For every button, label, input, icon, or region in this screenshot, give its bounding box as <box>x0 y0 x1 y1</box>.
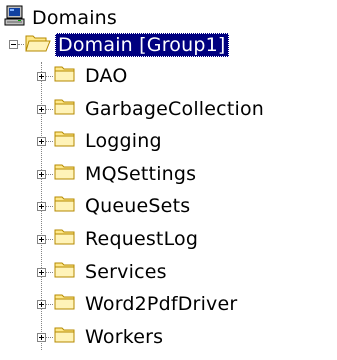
folder-icon <box>53 193 77 220</box>
folder-icon <box>53 128 77 155</box>
tree-node-label: QueueSets <box>85 195 191 217</box>
folder-icon <box>53 291 77 318</box>
expand-toggle[interactable] <box>37 300 46 309</box>
tree-line <box>46 206 53 207</box>
folder-icon <box>53 226 77 253</box>
tree-node-label: GarbageCollection <box>85 98 265 120</box>
tree-line <box>46 337 53 338</box>
collapse-toggle[interactable] <box>9 40 18 49</box>
tree-line <box>46 304 53 305</box>
tree-node-label: DAO <box>85 65 128 87</box>
expand-toggle[interactable] <box>37 137 46 146</box>
tree-line <box>46 109 53 110</box>
tree-view[interactable]: Domains Domain [Group1] DAO GarbageCollec… <box>0 0 337 360</box>
expand-toggle[interactable] <box>37 333 46 342</box>
tree-line <box>46 239 53 240</box>
tree-node-label: Logging <box>85 130 162 152</box>
tree-node-label: Word2PdfDriver <box>85 293 238 315</box>
tree-node-domains[interactable]: Domains <box>4 4 120 32</box>
tree-node-mqsettings[interactable]: MQSettings <box>53 160 199 188</box>
tree-node-label: Domains <box>32 7 118 29</box>
folder-icon <box>53 259 77 286</box>
folder-icon <box>53 96 77 123</box>
tree-node-label: Services <box>85 261 167 283</box>
tree-node-domain-group1[interactable]: Domain [Group1] <box>24 31 229 59</box>
expand-toggle[interactable] <box>37 235 46 244</box>
selected-tree-label: Domain [Group1] <box>55 33 229 57</box>
tree-node-garbagecollection[interactable]: GarbageCollection <box>53 95 267 123</box>
tree-line <box>46 76 53 77</box>
tree-node-queuesets[interactable]: QueueSets <box>53 192 193 220</box>
tree-node-label: MQSettings <box>85 163 197 185</box>
tree-node-dao[interactable]: DAO <box>53 62 131 90</box>
folder-icon <box>53 324 77 351</box>
tree-node-services[interactable]: Services <box>53 258 170 286</box>
computer-icon <box>4 5 26 32</box>
expand-toggle[interactable] <box>37 202 46 211</box>
tree-node-requestlog[interactable]: RequestLog <box>53 225 201 253</box>
folder-icon <box>53 63 77 90</box>
tree-line <box>46 141 53 142</box>
tree-node-label: RequestLog <box>85 228 199 250</box>
folder-icon <box>53 161 77 188</box>
tree-node-word2pdfdriver[interactable]: Word2PdfDriver <box>53 290 240 318</box>
tree-node-workers[interactable]: Workers <box>53 323 166 351</box>
expand-toggle[interactable] <box>37 268 46 277</box>
expand-toggle[interactable] <box>37 72 46 81</box>
expand-toggle[interactable] <box>37 105 46 114</box>
folder-open-icon <box>24 31 52 60</box>
expand-toggle[interactable] <box>37 170 46 179</box>
tree-line <box>46 272 53 273</box>
tree-line <box>46 174 53 175</box>
tree-node-logging[interactable]: Logging <box>53 127 165 155</box>
tree-node-label: Workers <box>85 326 164 348</box>
